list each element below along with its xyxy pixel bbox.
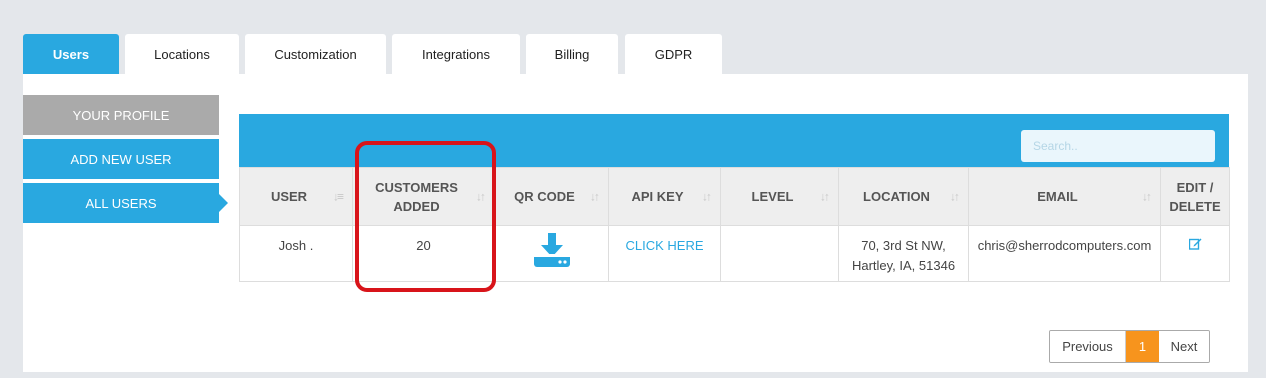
sort-icon: ↓↑ [950,189,960,203]
cell-customers-added: 20 [352,225,495,282]
tab-locations[interactable]: Locations [125,34,239,74]
sort-icon: ↓↑ [1142,189,1152,203]
tab-billing[interactable]: Billing [526,34,618,74]
page-1-button[interactable]: 1 [1126,331,1159,362]
previous-page-button[interactable]: Previous [1050,331,1126,362]
search-input[interactable] [1021,130,1215,162]
cell-level [720,225,839,282]
sidebar-item-all-users[interactable]: ALL USERS [23,183,228,223]
column-header-qr-code[interactable]: QR CODE ↓↑ [494,167,609,226]
download-icon[interactable] [533,233,571,267]
sort-desc-icon: ↓≡ [332,189,344,203]
location-line-2: Hartley, IA, 51346 [851,258,956,273]
users-panel: YOUR PROFILE ADD NEW USER ALL USERS USER… [23,74,1248,372]
location-line-1: 70, 3rd St NW, [861,238,946,253]
sort-icon: ↓↑ [820,189,830,203]
cell-user: Josh . [239,225,353,282]
column-header-location[interactable]: LOCATION ↓↑ [838,167,969,226]
api-key-link[interactable]: CLICK HERE [608,225,721,282]
tab-gdpr[interactable]: GDPR [625,34,722,74]
sidebar-item-your-profile[interactable]: YOUR PROFILE [23,95,219,135]
edit-icon[interactable] [1188,237,1202,250]
column-header-level[interactable]: LEVEL ↓↑ [720,167,839,226]
pagination: Previous 1 Next [1049,330,1210,363]
table-row: Josh . 20 CLICK HERE 70, 3rd St NW, Hart… [239,225,1230,282]
column-header-api-key[interactable]: API KEY ↓↑ [608,167,721,226]
users-table: USER ↓≡ CUSTOMERS ADDED ↓↑ QR CODE ↓↑ API K… [239,167,1230,282]
sort-icon: ↓↑ [590,189,600,203]
next-page-button[interactable]: Next [1159,331,1209,362]
cell-email: chris@sherrodcomputers.com [968,225,1161,282]
sort-icon: ↓↑ [476,189,486,203]
column-header-email[interactable]: EMAIL ↓↑ [968,167,1161,226]
cell-edit-delete [1160,225,1230,282]
cell-qr-code [494,225,609,282]
tab-users[interactable]: Users [23,34,119,74]
column-header-customers-added[interactable]: CUSTOMERS ADDED ↓↑ [352,167,495,226]
sort-icon: ↓↑ [702,189,712,203]
tab-customization[interactable]: Customization [245,34,386,74]
table-header-row: USER ↓≡ CUSTOMERS ADDED ↓↑ QR CODE ↓↑ API K… [239,167,1230,226]
column-header-edit-delete: EDIT / DELETE [1160,167,1230,226]
column-header-user[interactable]: USER ↓≡ [239,167,353,226]
users-table-container: USER↓≡ CUSTOMERS ADDED↓↑ QR CODE↓↑ API K… [239,114,1230,363]
tab-integrations[interactable]: Integrations [392,34,520,74]
table-toolbar [239,114,1229,167]
cell-location: 70, 3rd St NW, Hartley, IA, 51346 [838,225,969,282]
sidebar-item-add-new-user[interactable]: ADD NEW USER [23,139,219,179]
